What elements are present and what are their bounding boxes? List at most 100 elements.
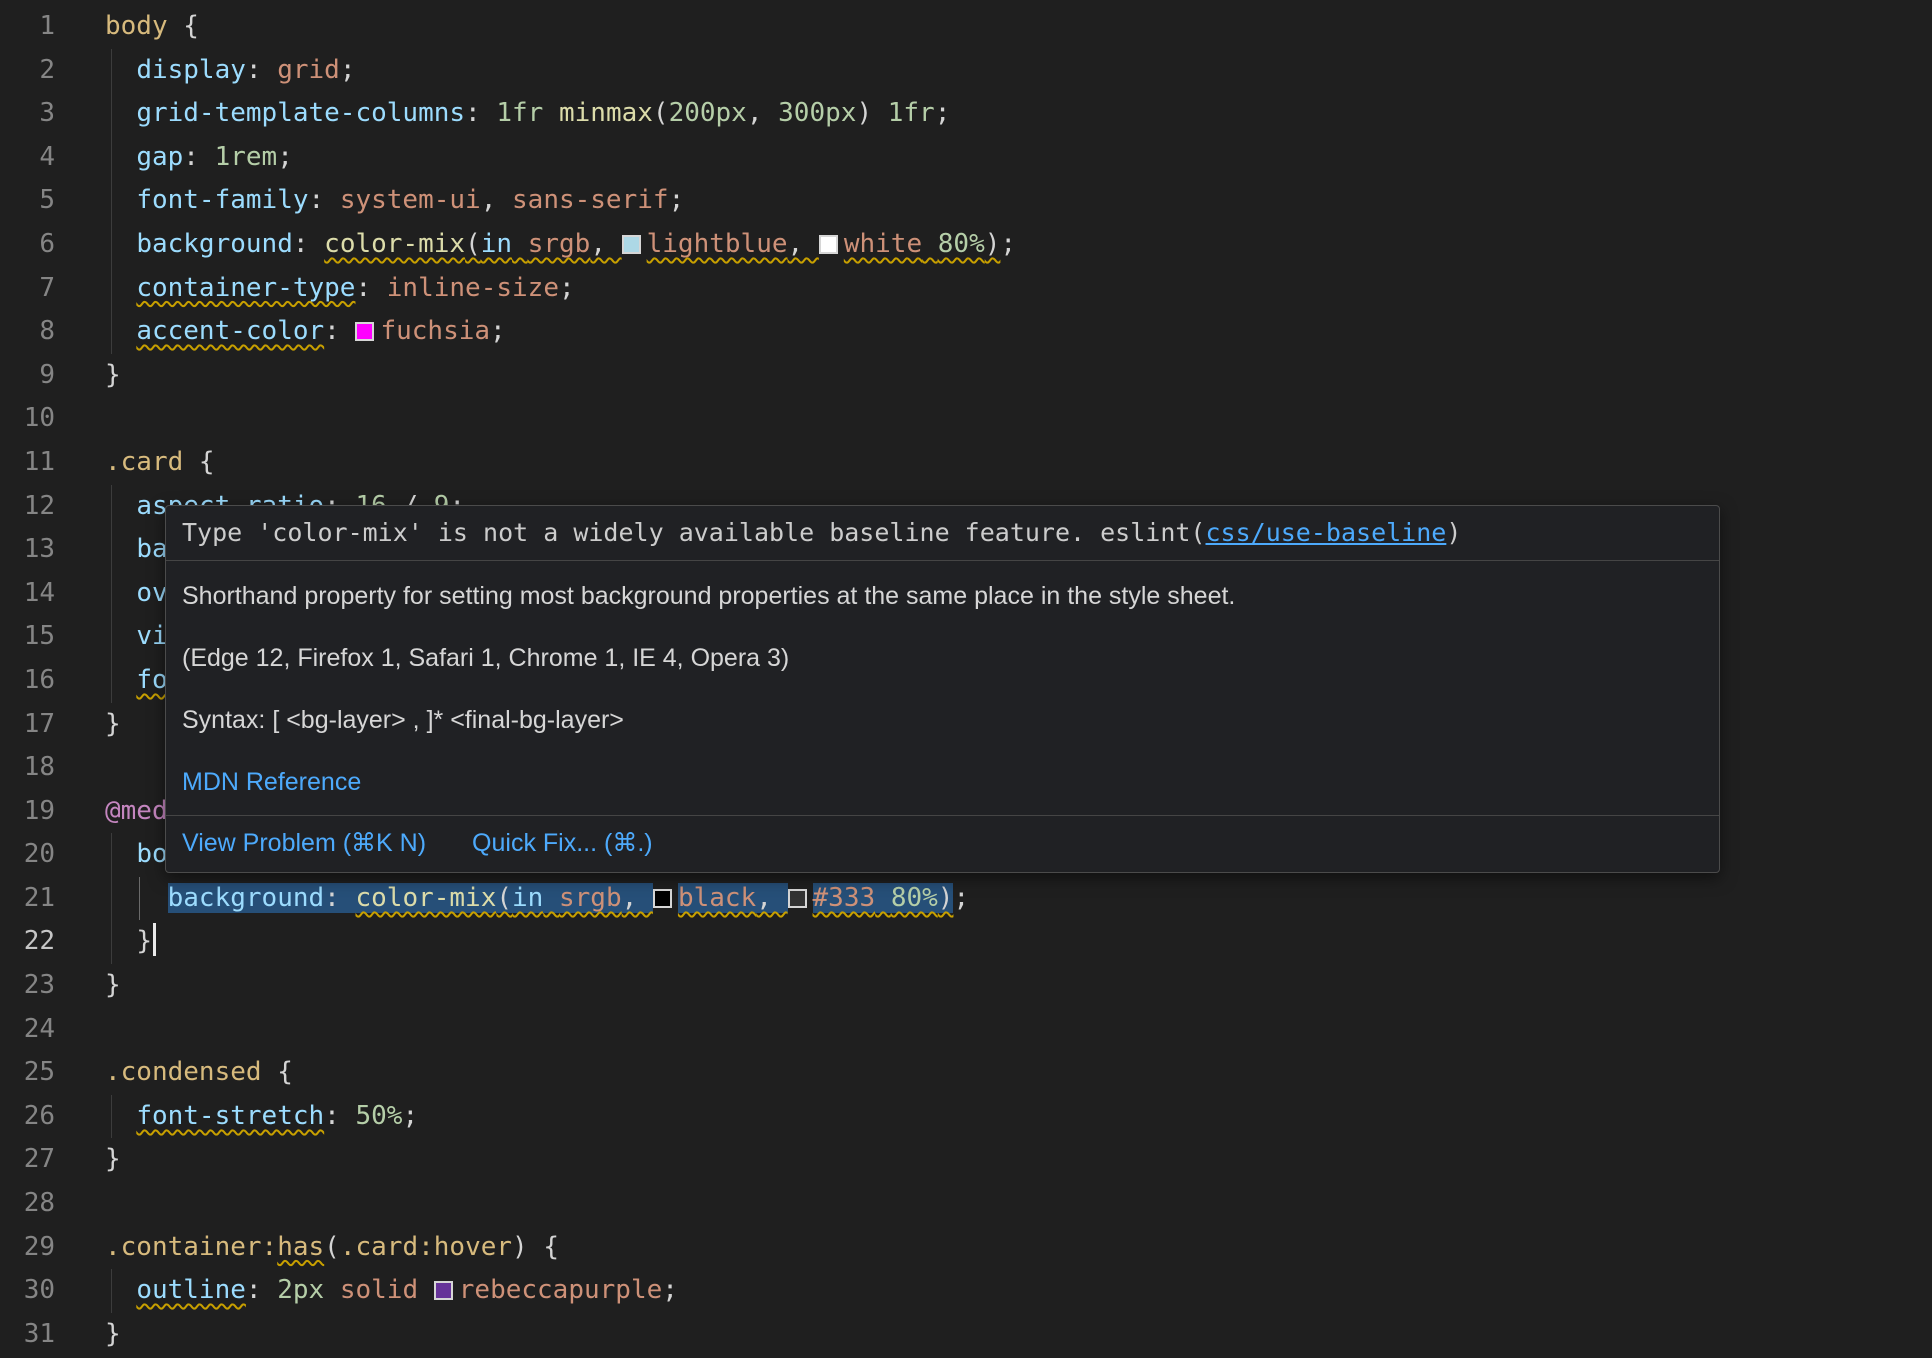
- color-swatch[interactable]: [788, 889, 807, 908]
- line-number[interactable]: 18: [0, 746, 55, 790]
- line-number[interactable]: 31: [0, 1313, 55, 1357]
- indent-guide: [111, 615, 112, 659]
- color-swatch[interactable]: [434, 1281, 453, 1300]
- token: [105, 98, 136, 128]
- color-swatch[interactable]: [355, 322, 374, 341]
- line-number[interactable]: 20: [0, 833, 55, 877]
- color-swatch[interactable]: [622, 235, 641, 254]
- indent-guide: [111, 179, 112, 223]
- property-description: Shorthand property for setting most back…: [182, 581, 1703, 611]
- problem-suffix: ): [1446, 518, 1461, 547]
- code-line[interactable]: 1body {: [0, 5, 1932, 49]
- color-swatch[interactable]: [653, 889, 672, 908]
- line-number[interactable]: 16: [0, 659, 55, 703]
- code-line[interactable]: 6 background: color-mix(in srgb, lightbl…: [0, 223, 1932, 267]
- line-number[interactable]: 17: [0, 703, 55, 747]
- code-content: background: color-mix(in srgb, black, #3…: [55, 877, 1932, 921]
- code-line[interactable]: 8 accent-color: fuchsia;: [0, 310, 1932, 354]
- code-editor[interactable]: 1body {2 display: grid;3 grid-template-c…: [0, 0, 1932, 1358]
- line-number[interactable]: 24: [0, 1008, 55, 1052]
- line-number[interactable]: 2: [0, 49, 55, 93]
- code-line[interactable]: 21 background: color-mix(in srgb, black,…: [0, 877, 1932, 921]
- code-line[interactable]: 23}: [0, 964, 1932, 1008]
- line-number[interactable]: 28: [0, 1182, 55, 1226]
- token: ba: [136, 534, 167, 564]
- code-line[interactable]: 29.container:has(.card:hover) {: [0, 1226, 1932, 1270]
- token: :: [324, 883, 355, 913]
- code-line[interactable]: 22 }: [0, 920, 1932, 964]
- color-swatch[interactable]: [819, 235, 838, 254]
- line-number[interactable]: 27: [0, 1138, 55, 1182]
- code-line[interactable]: 11.card {: [0, 441, 1932, 485]
- token: ,: [590, 229, 621, 259]
- mdn-reference-link[interactable]: MDN Reference: [182, 768, 361, 796]
- token: ;: [669, 185, 685, 215]
- code-line[interactable]: 31}: [0, 1313, 1932, 1357]
- view-problem-action[interactable]: View Problem (⌘K N): [182, 828, 426, 858]
- code-content: }: [55, 920, 1932, 964]
- code-line[interactable]: 25.condensed {: [0, 1051, 1932, 1095]
- code-line[interactable]: 4 gap: 1rem;: [0, 136, 1932, 180]
- line-number[interactable]: 21: [0, 877, 55, 921]
- line-number[interactable]: 29: [0, 1226, 55, 1270]
- code-content: container-type: inline-size;: [55, 267, 1932, 311]
- token: }: [105, 970, 121, 1000]
- token: sans-serif: [512, 185, 669, 215]
- eslint-rule-link[interactable]: css/use-baseline: [1206, 518, 1447, 547]
- line-number[interactable]: 5: [0, 179, 55, 223]
- line-number[interactable]: 15: [0, 615, 55, 659]
- code-content: .condensed {: [55, 1051, 1932, 1095]
- line-number[interactable]: 11: [0, 441, 55, 485]
- code-line[interactable]: 3 grid-template-columns: 1fr minmax(200p…: [0, 92, 1932, 136]
- line-number[interactable]: 8: [0, 310, 55, 354]
- quick-fix-action[interactable]: Quick Fix... (⌘.): [472, 828, 653, 858]
- line-number[interactable]: 4: [0, 136, 55, 180]
- code-line[interactable]: 30 outline: 2px solid rebeccapurple;: [0, 1269, 1932, 1313]
- line-number[interactable]: 7: [0, 267, 55, 311]
- token: 1fr: [888, 98, 935, 128]
- line-number[interactable]: 3: [0, 92, 55, 136]
- line-number[interactable]: 13: [0, 528, 55, 572]
- line-number[interactable]: 6: [0, 223, 55, 267]
- code-content: outline: 2px solid rebeccapurple;: [55, 1269, 1932, 1313]
- code-content: grid-template-columns: 1fr minmax(200px,…: [55, 92, 1932, 136]
- indent-guide: [111, 310, 112, 354]
- code-line[interactable]: 10: [0, 397, 1932, 441]
- indent-guide: [111, 833, 112, 877]
- line-number[interactable]: 9: [0, 354, 55, 398]
- line-number[interactable]: 14: [0, 572, 55, 616]
- problem-message: Type 'color-mix' is not a widely availab…: [166, 506, 1719, 560]
- token: srgb: [528, 229, 591, 259]
- code-line[interactable]: 9}: [0, 354, 1932, 398]
- code-line[interactable]: 2 display: grid;: [0, 49, 1932, 93]
- line-number[interactable]: 23: [0, 964, 55, 1008]
- code-line[interactable]: 27}: [0, 1138, 1932, 1182]
- line-number[interactable]: 26: [0, 1095, 55, 1139]
- token: black: [678, 883, 756, 913]
- token: fuchsia: [380, 316, 490, 346]
- token: :: [465, 98, 496, 128]
- code-content: }: [55, 1138, 1932, 1182]
- token: ,: [622, 883, 653, 913]
- token: [324, 1275, 340, 1305]
- code-line[interactable]: 28: [0, 1182, 1932, 1226]
- line-number[interactable]: 30: [0, 1269, 55, 1313]
- line-number[interactable]: 1: [0, 5, 55, 49]
- code-line[interactable]: 24: [0, 1008, 1932, 1052]
- token: (: [324, 1232, 340, 1262]
- line-number[interactable]: 25: [0, 1051, 55, 1095]
- code-content: background: color-mix(in srgb, lightblue…: [55, 223, 1932, 267]
- token: white: [844, 229, 922, 259]
- token: 2px: [277, 1275, 324, 1305]
- line-number[interactable]: 10: [0, 397, 55, 441]
- line-number[interactable]: 12: [0, 485, 55, 529]
- line-number[interactable]: 22: [0, 920, 55, 964]
- line-number[interactable]: 19: [0, 790, 55, 834]
- indent-guide: [139, 877, 140, 921]
- token: gap: [136, 142, 183, 172]
- code-line[interactable]: 5 font-family: system-ui, sans-serif;: [0, 179, 1932, 223]
- code-line[interactable]: 7 container-type: inline-size;: [0, 267, 1932, 311]
- code-line[interactable]: 26 font-stretch: 50%;: [0, 1095, 1932, 1139]
- token: color-mix: [355, 883, 496, 913]
- token: [105, 1275, 136, 1305]
